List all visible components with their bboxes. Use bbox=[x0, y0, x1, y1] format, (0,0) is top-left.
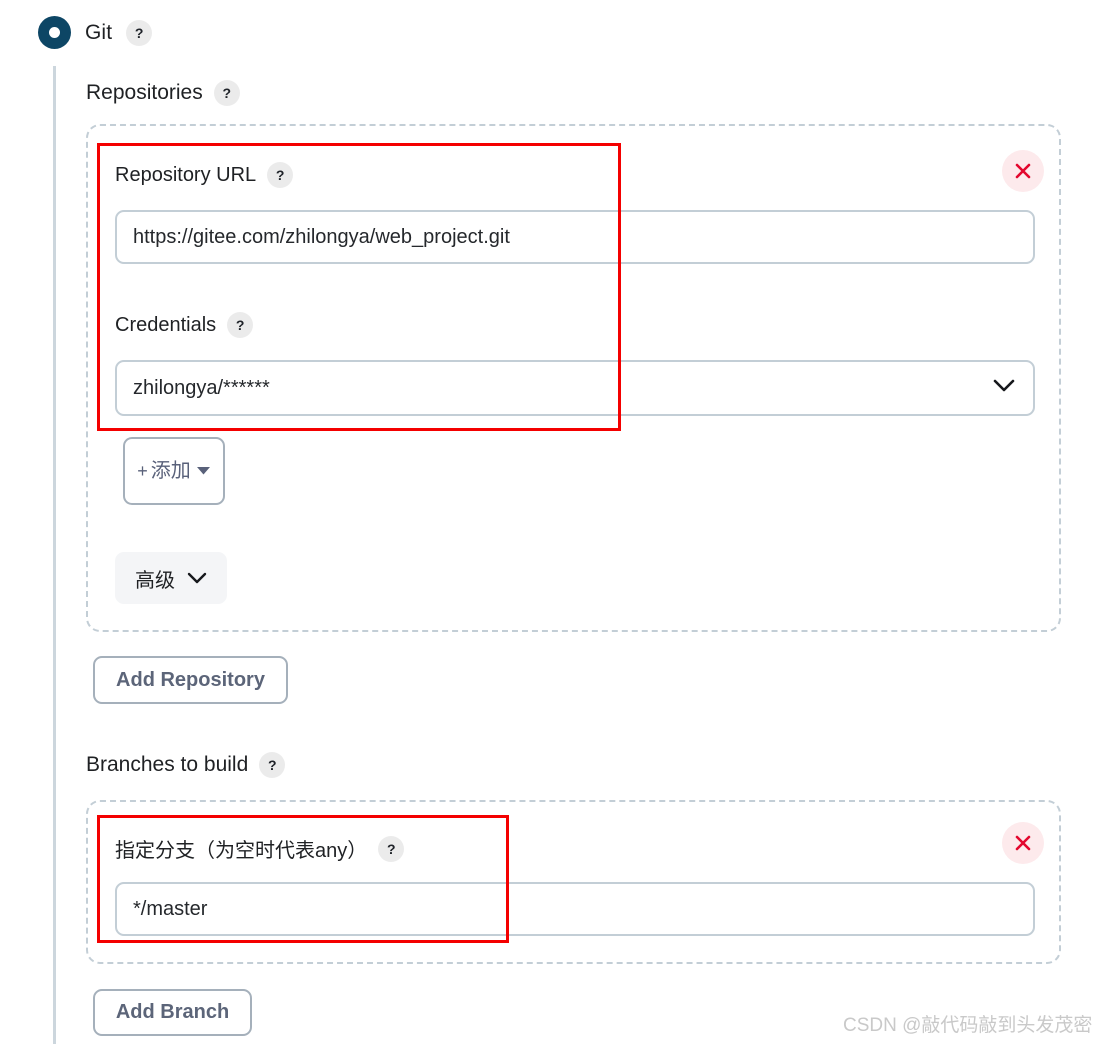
repository-url-input[interactable] bbox=[115, 210, 1035, 264]
delete-branch-button[interactable] bbox=[1002, 822, 1044, 864]
caret-down-icon-add bbox=[196, 464, 211, 479]
credentials-label: Credentials ? bbox=[115, 312, 254, 338]
help-icon-git[interactable]: ? bbox=[126, 19, 153, 46]
radio-selected-icon[interactable] bbox=[38, 16, 71, 49]
add-credentials-button[interactable]: + 添加 bbox=[123, 437, 225, 505]
branches-section-title: Branches to build ? bbox=[86, 752, 286, 778]
repositories-section-title: Repositories ? bbox=[86, 80, 240, 106]
branches-title-text: Branches to build bbox=[86, 753, 249, 776]
section-guide-line bbox=[53, 66, 56, 1044]
add-repository-button[interactable]: Add Repository bbox=[93, 656, 288, 704]
close-icon-branch bbox=[1015, 835, 1031, 851]
scm-radio-git[interactable]: Git ? bbox=[38, 16, 153, 49]
watermark-text: CSDN @敲代码敲到头发茂密 bbox=[843, 1015, 1093, 1036]
credentials-select-wrap[interactable]: zhilongya/****** bbox=[115, 360, 1035, 416]
scm-radio-label: Git bbox=[85, 20, 113, 44]
radio-inner-dot bbox=[49, 27, 60, 38]
git-scm-configuration-page: Git ? Repositories ? Repository URL ? Cr… bbox=[0, 0, 1111, 1044]
add-branch-label: Add Branch bbox=[115, 1001, 230, 1023]
close-icon-repository bbox=[1015, 163, 1031, 179]
add-branch-button[interactable]: Add Branch bbox=[93, 989, 252, 1036]
add-credentials-label: 添加 bbox=[150, 459, 191, 482]
repository-url-label-text: Repository URL bbox=[115, 163, 257, 186]
help-icon-repository-url[interactable]: ? bbox=[267, 162, 294, 188]
credentials-select[interactable]: zhilongya/****** bbox=[115, 360, 1035, 416]
advanced-settings-label: 高级 bbox=[135, 569, 175, 592]
credentials-selected-value: zhilongya/****** bbox=[133, 376, 270, 399]
help-icon-repositories[interactable]: ? bbox=[213, 80, 240, 106]
repositories-title-text: Repositories bbox=[86, 81, 203, 104]
credentials-label-text: Credentials bbox=[115, 313, 217, 336]
help-icon-branch-specifier[interactable]: ? bbox=[378, 835, 405, 862]
chevron-down-icon-advanced bbox=[187, 567, 207, 590]
plus-icon: + bbox=[137, 461, 148, 481]
help-icon-branches[interactable]: ? bbox=[259, 752, 286, 778]
help-icon-credentials[interactable]: ? bbox=[227, 312, 254, 338]
branch-specifier-label-text: 指定分支（为空时代表any） bbox=[115, 840, 368, 862]
branch-specifier-label: 指定分支（为空时代表any） ? bbox=[115, 834, 405, 863]
branch-specifier-input[interactable] bbox=[115, 882, 1035, 936]
delete-repository-button[interactable] bbox=[1002, 150, 1044, 192]
add-repository-label: Add Repository bbox=[116, 668, 265, 691]
advanced-settings-button[interactable]: 高级 bbox=[115, 552, 227, 604]
repository-url-label: Repository URL ? bbox=[115, 162, 294, 188]
